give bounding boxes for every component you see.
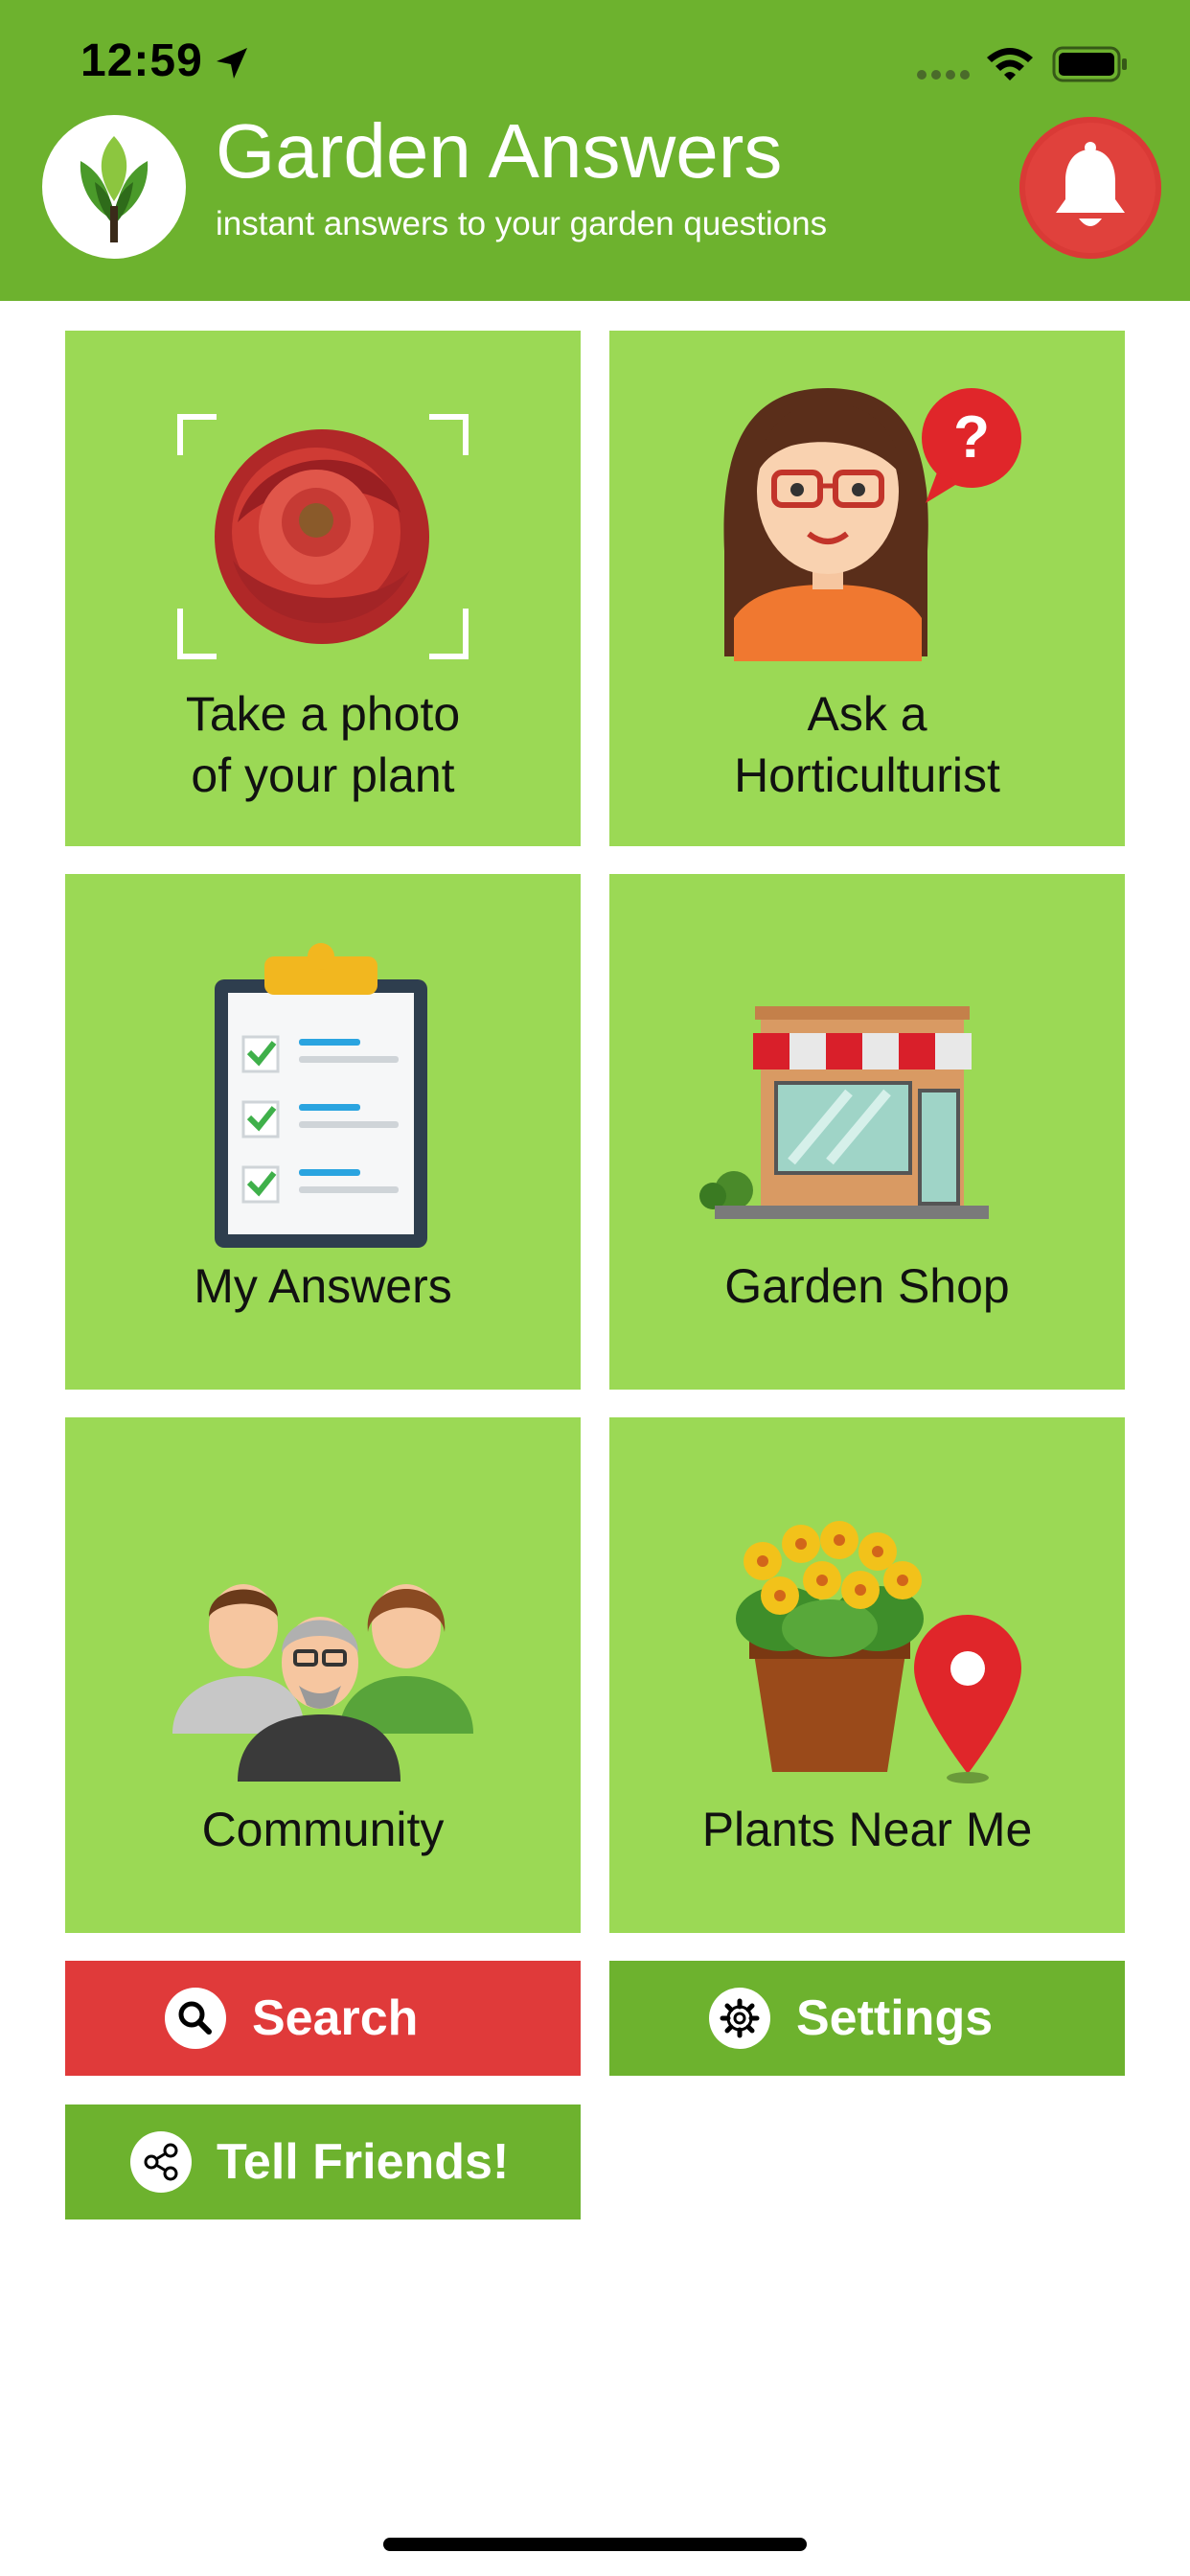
tell-friends-button-label: Tell Friends! bbox=[217, 2134, 510, 2190]
svg-text:?: ? bbox=[953, 404, 990, 471]
share-icon-circle bbox=[130, 2131, 192, 2193]
share-icon bbox=[144, 2143, 178, 2181]
potted-plant-pin-icon bbox=[736, 1521, 1021, 1783]
home-indicator[interactable] bbox=[383, 2538, 807, 2551]
take-photo-label-line1: Take a photo bbox=[185, 687, 461, 741]
horticulturist-icon: ? bbox=[723, 388, 1021, 661]
status-time: 12:59 bbox=[80, 35, 203, 86]
app-logo bbox=[42, 115, 186, 259]
community-tile[interactable]: Community bbox=[65, 1417, 581, 1933]
settings-button-label: Settings bbox=[796, 1990, 994, 2046]
search-button-label: Search bbox=[252, 1990, 419, 2046]
storefront-icon bbox=[699, 1006, 989, 1219]
search-icon bbox=[178, 2001, 212, 2035]
take-photo-label-line2: of your plant bbox=[191, 748, 455, 802]
gear-icon bbox=[720, 1998, 760, 2038]
battery-icon bbox=[1052, 46, 1127, 82]
garden-shop-label-line1: Garden Shop bbox=[724, 1259, 1010, 1313]
app-header: 12:59 Garden Answers instant answers to … bbox=[0, 0, 1190, 301]
take-photo-label: Take a photo of your plant bbox=[65, 683, 581, 806]
wifi-icon bbox=[987, 48, 1033, 80]
community-label: Community bbox=[65, 1799, 581, 1860]
ask-horticulturist-tile[interactable]: ? Ask a Horticulturist bbox=[609, 331, 1125, 846]
search-button[interactable]: Search bbox=[65, 1961, 581, 2076]
plants-near-me-label-line1: Plants Near Me bbox=[701, 1803, 1033, 1856]
plants-near-me-tile[interactable]: Plants Near Me bbox=[609, 1417, 1125, 1933]
ask-horticulturist-label-line1: Ask a bbox=[807, 687, 927, 741]
ask-horticulturist-label: Ask a Horticulturist bbox=[609, 683, 1125, 806]
search-icon-circle bbox=[165, 1988, 226, 2049]
my-answers-label-line1: My Answers bbox=[194, 1259, 452, 1313]
rose-camera-icon bbox=[177, 414, 469, 659]
cellular-signal-icon bbox=[917, 70, 970, 80]
clipboard-icon bbox=[215, 943, 427, 1248]
my-answers-label: My Answers bbox=[65, 1255, 581, 1317]
settings-button[interactable]: Settings bbox=[609, 1961, 1125, 2076]
app-logo-icon bbox=[80, 136, 149, 242]
ask-horticulturist-label-line2: Horticulturist bbox=[734, 748, 1000, 802]
garden-shop-label: Garden Shop bbox=[609, 1255, 1125, 1317]
community-people-icon bbox=[172, 1584, 473, 1782]
location-arrow-icon bbox=[217, 48, 247, 79]
community-label-line1: Community bbox=[201, 1803, 445, 1856]
garden-shop-tile[interactable]: Garden Shop bbox=[609, 874, 1125, 1390]
gear-icon-circle bbox=[709, 1988, 770, 2049]
take-photo-tile[interactable]: Take a photo of your plant bbox=[65, 331, 581, 846]
my-answers-tile[interactable]: My Answers bbox=[65, 874, 581, 1390]
tell-friends-button[interactable]: Tell Friends! bbox=[65, 2104, 581, 2220]
app-subtitle: instant answers to your garden questions bbox=[216, 205, 828, 242]
app-title: Garden Answers bbox=[216, 108, 783, 194]
notifications-button[interactable] bbox=[1019, 117, 1161, 259]
plants-near-me-label: Plants Near Me bbox=[609, 1799, 1125, 1860]
notification-bell-icon bbox=[1056, 142, 1125, 226]
